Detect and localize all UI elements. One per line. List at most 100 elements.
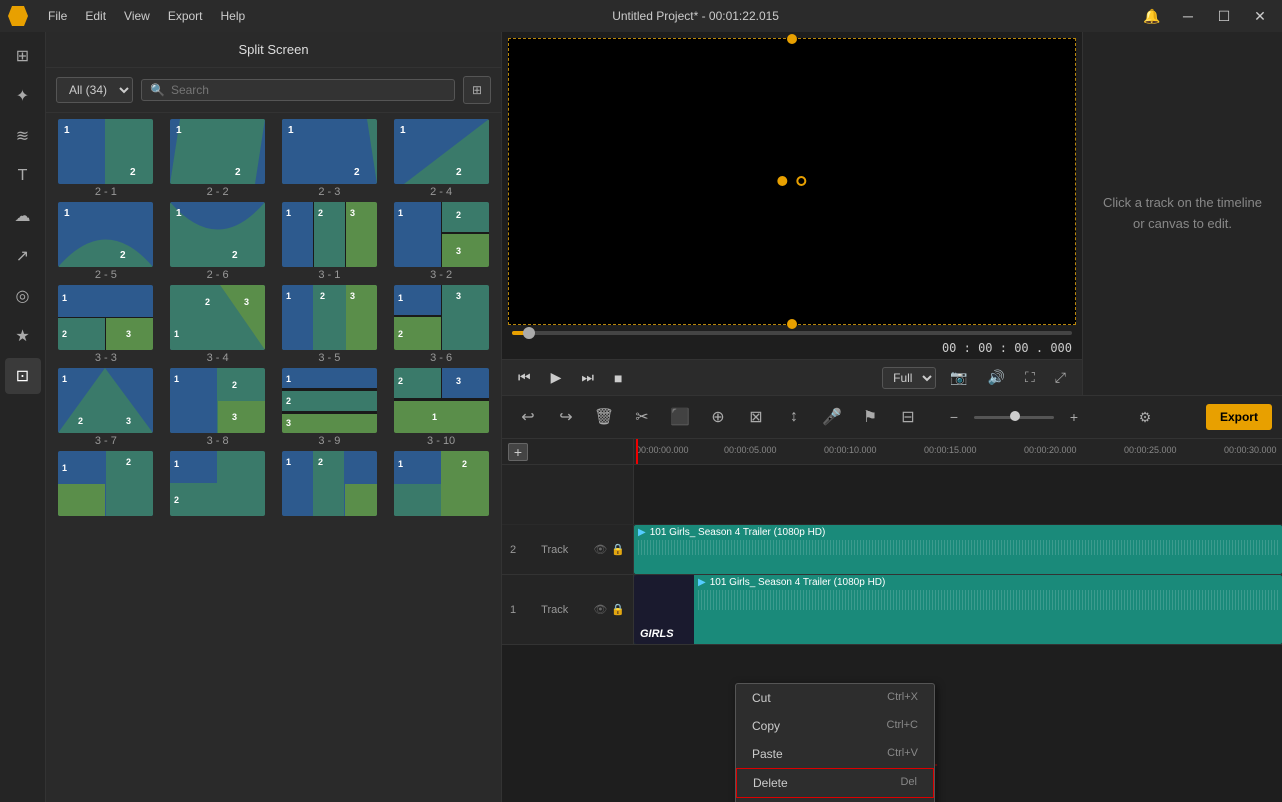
list-item[interactable]: 1 2 2 - 3 <box>276 119 384 198</box>
canvas-handle-top[interactable] <box>787 34 797 44</box>
filter-settings-button[interactable]: ⚙ <box>1133 405 1158 430</box>
menu-edit[interactable]: Edit <box>77 5 114 27</box>
stop-button[interactable]: ■ <box>608 366 628 390</box>
crop-button[interactable]: ⊠ <box>740 401 772 433</box>
thumbnail-2-5[interactable]: 1 2 <box>58 202 153 267</box>
context-menu-cut[interactable]: Cut Ctrl+X <box>736 684 934 712</box>
list-item[interactable]: 1 2 <box>276 451 384 518</box>
thumbnail-2-2[interactable]: 1 2 <box>170 119 265 184</box>
media-icon[interactable]: ⊞ <box>5 38 41 74</box>
list-item[interactable]: 1 2 3 3 - 5 <box>276 285 384 364</box>
thumbnail-2-4[interactable]: 1 2 <box>394 119 489 184</box>
empty-track-content[interactable] <box>634 465 1282 524</box>
fullscreen-preview-button[interactable]: ⛶ <box>1019 365 1041 390</box>
delete-button[interactable]: 🗑 <box>588 401 620 433</box>
list-item[interactable]: 1 2 <box>52 451 160 518</box>
redo-button[interactable]: ↪ <box>550 401 582 433</box>
text-icon[interactable]: T <box>5 158 41 194</box>
effects-icon[interactable]: ✦ <box>5 78 41 114</box>
bell-icon[interactable]: 🔔 <box>1138 4 1166 28</box>
add-track-button[interactable]: + <box>508 443 528 461</box>
thumbnail-extra-1[interactable]: 1 2 <box>58 451 153 516</box>
thumbnail-3-8[interactable]: 1 2 3 <box>170 368 265 433</box>
expand-button[interactable]: ⤢ <box>1049 365 1072 390</box>
list-item[interactable]: 1 2 2 - 6 <box>164 202 272 281</box>
color-icon[interactable]: ◎ <box>5 278 41 314</box>
list-item[interactable]: 1 2 2 - 4 <box>387 119 495 198</box>
maximize-button[interactable]: ☐ <box>1210 4 1238 28</box>
thumbnail-3-10[interactable]: 2 3 1 <box>394 368 489 433</box>
filter-dropdown[interactable]: All (34) <box>56 77 133 103</box>
marker-button[interactable]: ⚑ <box>854 401 886 433</box>
list-item[interactable]: 1 2 3 3 - 2 <box>387 202 495 281</box>
quality-selector[interactable]: Full <box>882 367 936 389</box>
track-1-content[interactable]: GIRLS ▶ 101 Girls_ Season 4 Trailer (108… <box>634 575 1282 644</box>
menu-help[interactable]: Help <box>213 5 254 27</box>
thumbnail-3-3[interactable]: 1 2 3 <box>58 285 153 350</box>
list-item[interactable]: 1 2 2 - 1 <box>52 119 160 198</box>
context-menu-copy[interactable]: Copy Ctrl+C <box>736 712 934 740</box>
thumbnail-3-2[interactable]: 1 2 3 <box>394 202 489 267</box>
list-item[interactable]: 1 2 3 3 - 6 <box>387 285 495 364</box>
undo-button[interactable]: ↩ <box>512 401 544 433</box>
composite-button[interactable]: ⊕ <box>702 401 734 433</box>
list-item[interactable]: 1 2 3 3 - 7 <box>52 368 160 447</box>
list-item[interactable]: 2 3 1 3 - 10 <box>387 368 495 447</box>
context-menu-paste[interactable]: Paste Ctrl+V <box>736 740 934 768</box>
thumbnail-extra-2[interactable]: 1 2 <box>170 451 265 516</box>
mic-button[interactable]: 🎤 <box>816 401 848 433</box>
split-track-button[interactable]: ⊟ <box>892 401 924 433</box>
thumbnail-3-7[interactable]: 1 2 3 <box>58 368 153 433</box>
cut-button[interactable]: ✂ <box>626 401 658 433</box>
skip-forward-button[interactable]: ⏭ <box>575 365 600 390</box>
zoom-out-button[interactable]: − <box>938 401 970 433</box>
track-1-clip[interactable]: GIRLS ▶ 101 Girls_ Season 4 Trailer (108… <box>634 575 1282 644</box>
list-item[interactable]: 1 2 <box>164 451 272 518</box>
thumbnail-3-5[interactable]: 1 2 3 <box>282 285 377 350</box>
thumbnail-2-6[interactable]: 1 2 <box>170 202 265 267</box>
audio-button[interactable]: 🔊 <box>982 365 1011 390</box>
zoom-slider[interactable] <box>974 416 1054 419</box>
list-item[interactable]: 1 2 3 3 - 8 <box>164 368 272 447</box>
thumbnail-3-4[interactable]: 1 2 3 <box>170 285 265 350</box>
star-icon[interactable]: ★ <box>5 318 41 354</box>
thumbnail-2-1[interactable]: 1 2 <box>58 119 153 184</box>
thumbnail-extra-4[interactable]: 1 2 <box>394 451 489 516</box>
zoom-in-button[interactable]: + <box>1058 401 1090 433</box>
thumbnail-extra-3[interactable]: 1 2 <box>282 451 377 516</box>
screenshot-button[interactable]: 📷 <box>944 365 973 390</box>
list-item[interactable]: 1 2 3 3 - 3 <box>52 285 160 364</box>
list-item[interactable]: 1 2 2 - 5 <box>52 202 160 281</box>
context-menu-delete[interactable]: Delete Del <box>736 768 934 798</box>
video-canvas[interactable] <box>508 38 1076 325</box>
list-item[interactable]: 1 2 2 - 2 <box>164 119 272 198</box>
split-icon[interactable]: ⊡ <box>5 358 41 394</box>
thumbnail-2-3[interactable]: 1 2 <box>282 119 377 184</box>
audio-icon[interactable]: ≋ <box>5 118 41 154</box>
track-2-content[interactable]: ▶ 101 Girls_ Season 4 Trailer (1080p HD) <box>634 525 1282 574</box>
track-2-clip[interactable]: ▶ 101 Girls_ Season 4 Trailer (1080p HD) <box>634 525 1282 574</box>
menu-file[interactable]: File <box>40 5 75 27</box>
list-item[interactable]: 1 2 <box>387 451 495 518</box>
canvas-handle-bottom[interactable] <box>787 319 797 329</box>
grid-toggle-button[interactable]: ⊞ <box>463 76 491 104</box>
track-1-lock-icon[interactable]: 🔒 <box>611 603 625 616</box>
thumbnail-3-6[interactable]: 1 2 3 <box>394 285 489 350</box>
search-box[interactable]: 🔍 <box>141 79 455 101</box>
transition-icon[interactable]: ↗ <box>5 238 41 274</box>
list-item[interactable]: 1 2 3 3 - 1 <box>276 202 384 281</box>
progress-thumb[interactable] <box>523 327 535 339</box>
minimize-button[interactable]: ─ <box>1174 4 1202 28</box>
paste-button[interactable]: ⬛ <box>664 401 696 433</box>
menu-export[interactable]: Export <box>160 5 211 27</box>
transform-button[interactable]: ↕ <box>778 401 810 433</box>
playback-progress-bar[interactable] <box>512 331 1072 335</box>
close-button[interactable]: ✕ <box>1246 4 1274 28</box>
list-item[interactable]: 1 2 3 3 - 9 <box>276 368 384 447</box>
menu-view[interactable]: View <box>116 5 158 27</box>
skip-back-button[interactable]: ⏮ <box>512 365 537 390</box>
track-2-lock-icon[interactable]: 🔒 <box>611 543 625 556</box>
track-1-visibility-icon[interactable]: 👁 <box>593 603 607 616</box>
export-button[interactable]: Export <box>1206 404 1272 430</box>
play-button[interactable]: ▶ <box>545 365 568 390</box>
